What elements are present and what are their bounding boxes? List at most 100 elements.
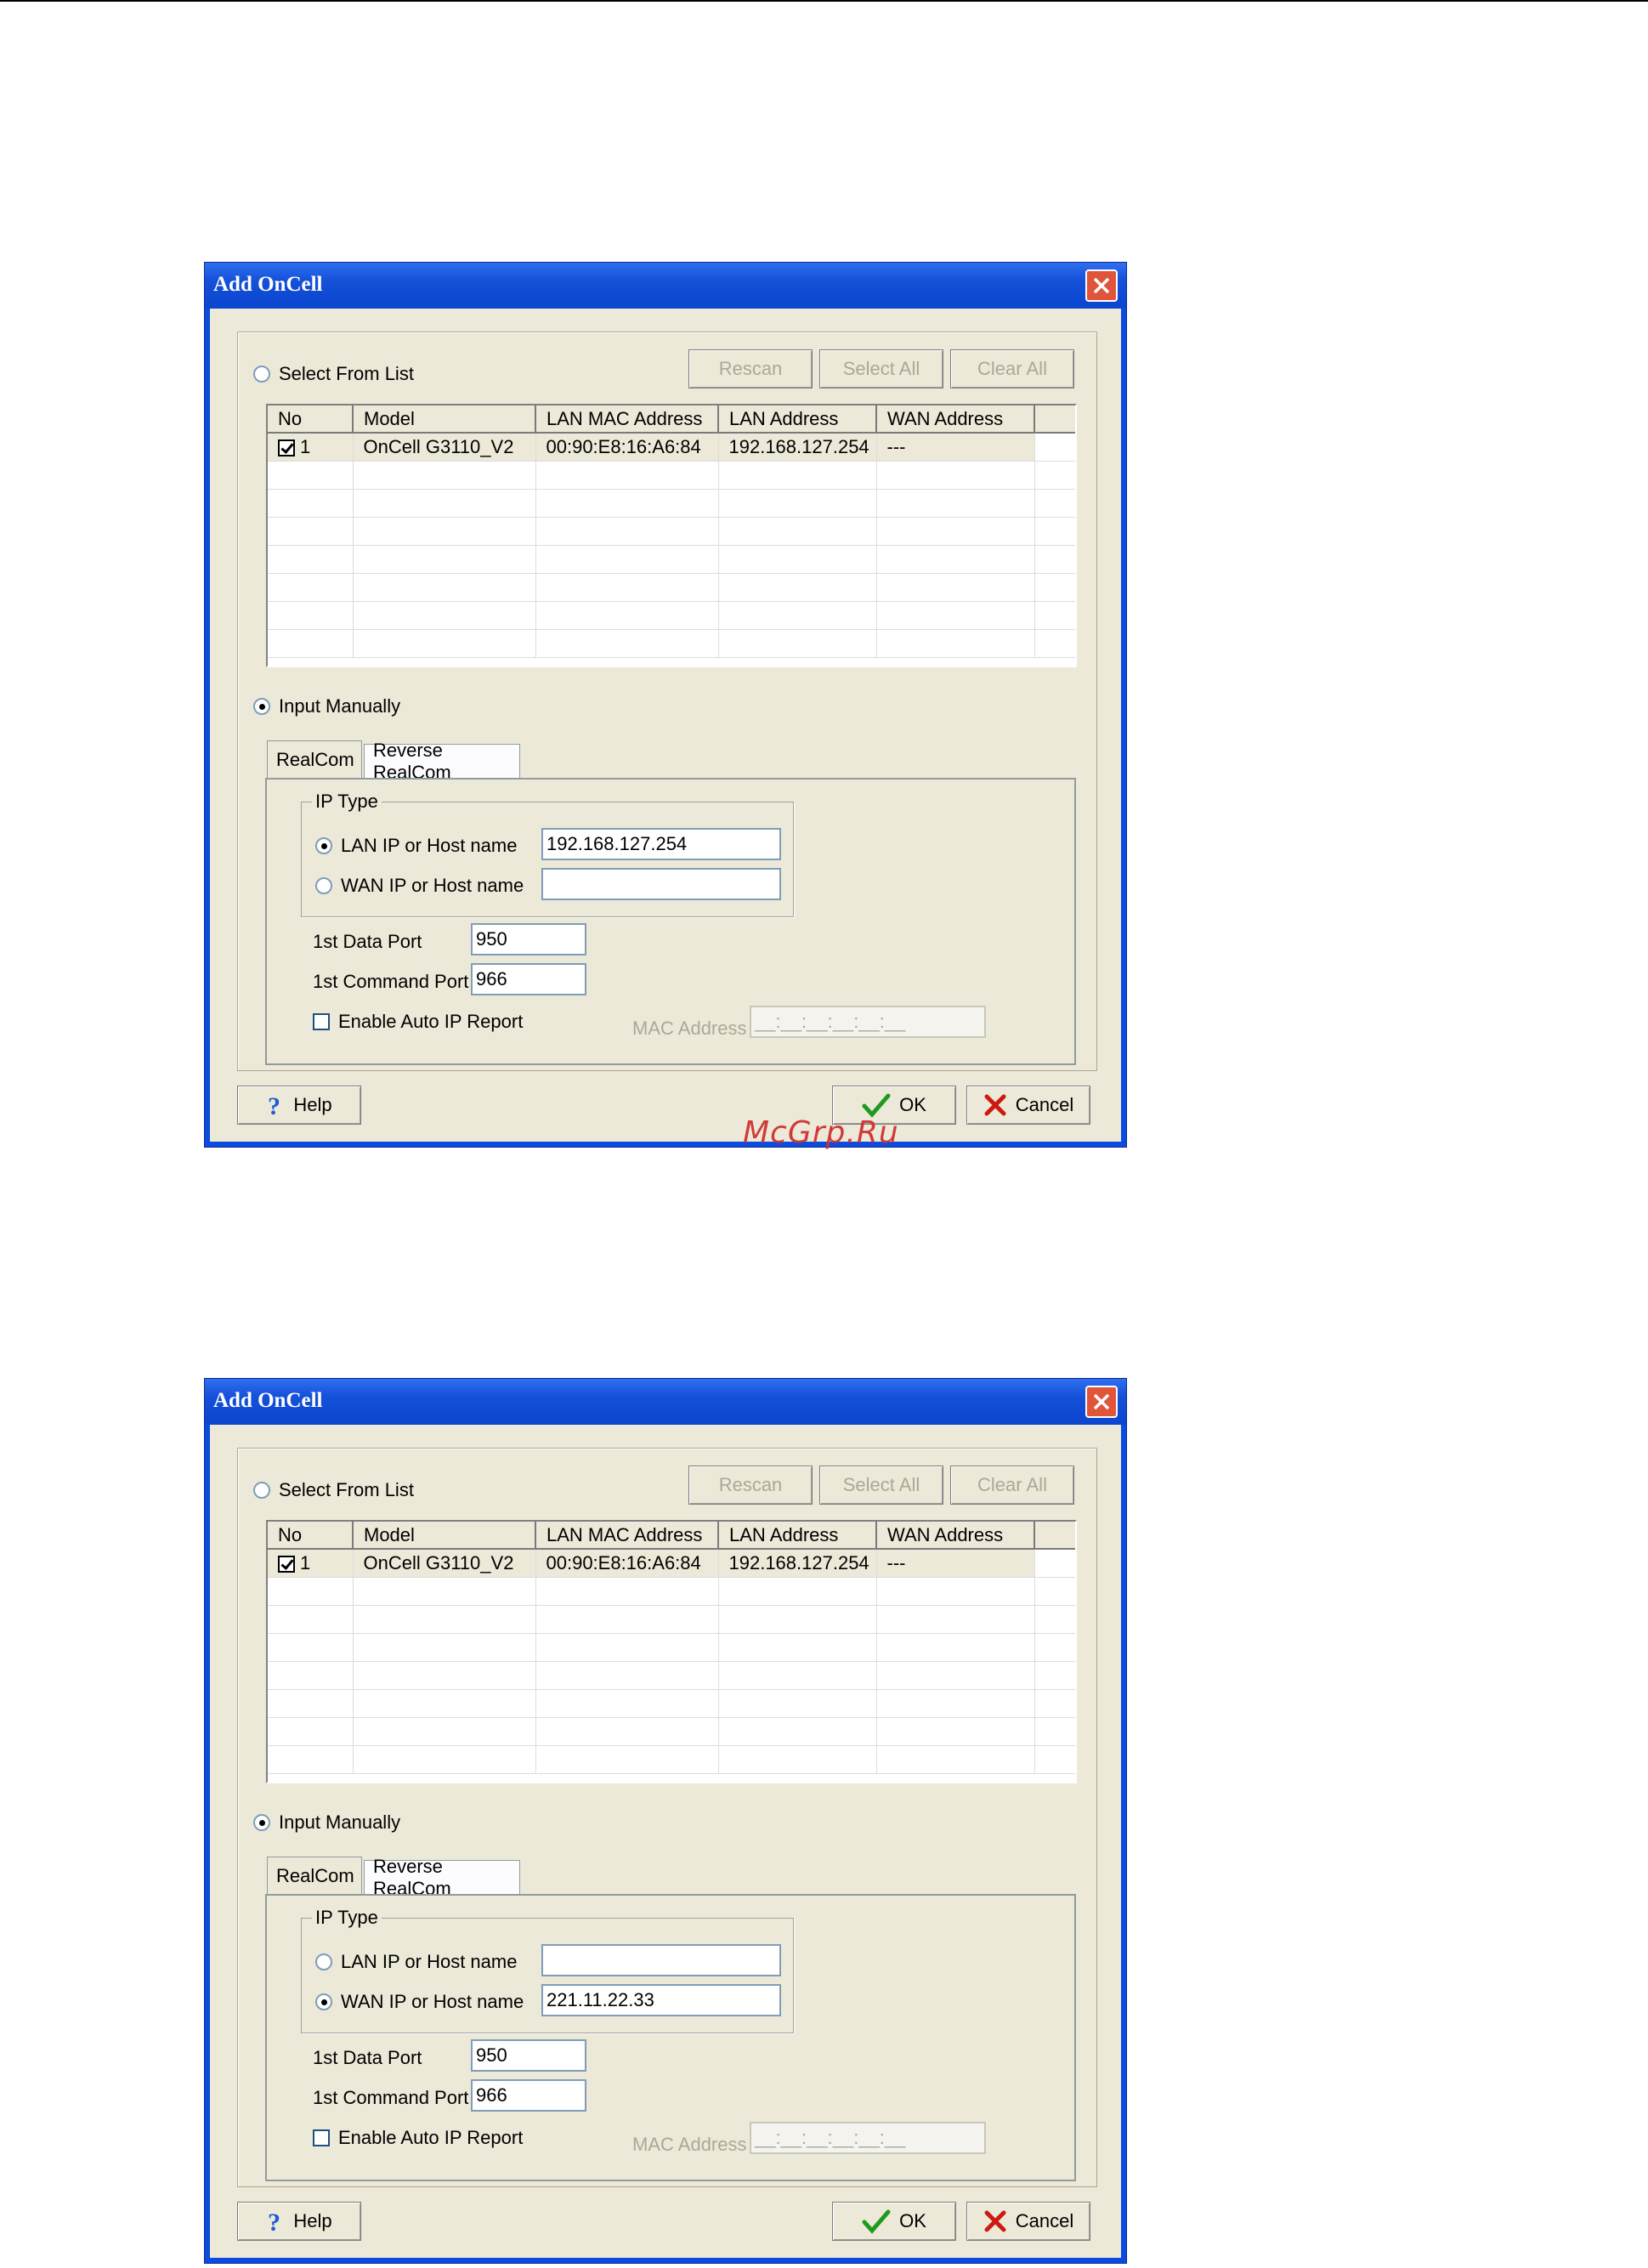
lan-ip-radio[interactable] — [315, 1953, 332, 1970]
help-label: Help — [293, 1094, 332, 1115]
empty-row — [268, 1745, 1075, 1774]
auto-ip-report-option[interactable]: Enable Auto IP Report — [313, 1011, 523, 1033]
column-header-wan-address[interactable]: WAN Address — [876, 405, 1035, 434]
rescan-button[interactable]: Rescan — [688, 349, 813, 388]
wan-ip-input[interactable] — [541, 868, 781, 900]
auto-ip-report-checkbox[interactable] — [313, 2129, 330, 2146]
column-header-wan-address[interactable]: WAN Address — [876, 1522, 1035, 1550]
wan-ip-radio[interactable] — [315, 877, 332, 894]
empty-row — [268, 489, 1075, 518]
auto-ip-report-label: Enable Auto IP Report — [338, 1011, 524, 1032]
lan-ip-label: LAN IP or Host name — [341, 835, 518, 856]
cell-lan-address: 192.168.127.254 — [718, 1549, 877, 1578]
row-checkbox[interactable] — [278, 439, 295, 456]
check-icon — [862, 1093, 891, 1118]
select-from-list-option[interactable]: Select From List — [253, 363, 414, 385]
data-port-label: 1st Data Port — [313, 2047, 422, 2068]
cell-model: OnCell G3110_V2 — [353, 433, 536, 462]
wan-ip-input[interactable]: 221.11.22.33 — [541, 1984, 781, 2016]
cell-wan-address: --- — [876, 433, 1035, 462]
cancel-button[interactable]: Cancel — [966, 2202, 1090, 2241]
close-icon — [1093, 277, 1110, 294]
table-row[interactable]: 1 OnCell G3110_V2 00:90:E8:16:A6:84 192.… — [268, 1549, 1075, 1578]
select-from-list-option[interactable]: Select From List — [253, 1479, 414, 1501]
device-list[interactable]: No Model LAN MAC Address LAN Address WAN… — [266, 1520, 1077, 1783]
title-bar[interactable]: Add OnCell — [205, 263, 1126, 309]
rescan-label: Rescan — [718, 1474, 783, 1495]
ok-label: OK — [899, 1094, 926, 1115]
close-icon — [1093, 1393, 1110, 1410]
empty-row — [268, 573, 1075, 602]
row-checkbox[interactable] — [278, 1555, 295, 1573]
select-from-list-radio[interactable] — [253, 366, 270, 383]
rescan-button[interactable]: Rescan — [688, 1466, 813, 1505]
mac-address-label: MAC Address — [632, 2134, 747, 2155]
close-button[interactable] — [1085, 269, 1118, 302]
help-button[interactable]: ? Help — [237, 2202, 361, 2241]
input-manually-radio[interactable] — [253, 1814, 270, 1831]
clear-all-button[interactable]: Clear All — [950, 349, 1074, 388]
ip-type-legend: IP Type — [312, 791, 382, 813]
tab-reverse-realcom-label: Reverse RealCom — [373, 739, 451, 783]
ip-type-legend: IP Type — [312, 1907, 382, 1929]
command-port-input[interactable]: 966 — [471, 963, 586, 995]
command-port-input[interactable]: 966 — [471, 2079, 586, 2112]
mac-address-input[interactable]: __:__:__:__:__:__ — [750, 2122, 986, 2154]
title-bar[interactable]: Add OnCell — [205, 1379, 1126, 1425]
lan-ip-input[interactable] — [541, 1944, 781, 1976]
close-button[interactable] — [1085, 1386, 1118, 1418]
help-button[interactable]: ? Help — [237, 1086, 361, 1125]
lan-ip-option[interactable]: LAN IP or Host name — [315, 1951, 517, 1973]
auto-ip-report-checkbox[interactable] — [313, 1013, 330, 1030]
ip-type-group: IP Type LAN IP or Host name 192.168.127.… — [301, 791, 794, 917]
lan-ip-option[interactable]: LAN IP or Host name — [315, 835, 517, 857]
tab-realcom[interactable]: RealCom — [267, 1857, 362, 1894]
content-panel: Select From List Rescan Select All Clear… — [237, 332, 1097, 1071]
column-header-no[interactable]: No — [268, 1522, 354, 1550]
select-all-label: Select All — [842, 358, 920, 379]
input-manually-option[interactable]: Input Manually — [253, 1812, 400, 1834]
column-header-lan-mac[interactable]: LAN MAC Address — [535, 1522, 719, 1550]
ok-button[interactable]: OK — [832, 2202, 956, 2241]
tab-reverse-realcom[interactable]: Reverse RealCom — [364, 740, 520, 783]
lan-ip-input[interactable]: 192.168.127.254 — [541, 828, 781, 860]
help-icon: ? — [268, 1092, 280, 1118]
select-all-button[interactable]: Select All — [819, 1466, 943, 1505]
wan-ip-option[interactable]: WAN IP or Host name — [315, 1991, 524, 2013]
help-label: Help — [293, 2210, 332, 2231]
column-header-model[interactable]: Model — [353, 1522, 536, 1550]
cancel-button[interactable]: Cancel — [966, 1086, 1090, 1125]
tab-realcom-label: RealCom — [276, 748, 354, 770]
dialog-title: Add OnCell — [213, 1389, 323, 1412]
auto-ip-report-option[interactable]: Enable Auto IP Report — [313, 2127, 523, 2149]
data-port-input[interactable]: 950 — [471, 2039, 586, 2072]
cell-model: OnCell G3110_V2 — [353, 1549, 536, 1578]
select-all-button[interactable]: Select All — [819, 349, 943, 388]
column-header-model[interactable]: Model — [353, 405, 536, 434]
empty-row — [268, 1577, 1075, 1606]
column-header-lan-address[interactable]: LAN Address — [718, 405, 877, 434]
column-header-lan-address[interactable]: LAN Address — [718, 1522, 877, 1550]
tab-realcom-label: RealCom — [276, 1864, 354, 1886]
add-oncell-dialog-wan: Add OnCell Select From List Rescan Selec… — [204, 1378, 1127, 2264]
select-from-list-radio[interactable] — [253, 1482, 270, 1499]
input-manually-radio[interactable] — [253, 698, 270, 715]
input-manually-option[interactable]: Input Manually — [253, 695, 400, 717]
table-row[interactable]: 1 OnCell G3110_V2 00:90:E8:16:A6:84 192.… — [268, 433, 1075, 462]
clear-all-button[interactable]: Clear All — [950, 1466, 1074, 1505]
column-header-lan-mac[interactable]: LAN MAC Address — [535, 405, 719, 434]
column-header-no[interactable]: No — [268, 405, 354, 434]
tab-realcom[interactable]: RealCom — [267, 740, 362, 778]
wan-ip-label: WAN IP or Host name — [341, 1991, 524, 2012]
cancel-label: Cancel — [1015, 1094, 1074, 1115]
data-port-input[interactable]: 950 — [471, 923, 586, 955]
wan-ip-option[interactable]: WAN IP or Host name — [315, 875, 524, 897]
wan-ip-radio[interactable] — [315, 1993, 332, 2010]
lan-ip-radio[interactable] — [315, 837, 332, 854]
tab-reverse-realcom-label: Reverse RealCom — [373, 1855, 451, 1899]
cell-no: 1 — [268, 1549, 354, 1578]
device-list[interactable]: No Model LAN MAC Address LAN Address WAN… — [266, 404, 1077, 667]
svg-text:?: ? — [268, 1092, 280, 1118]
mac-address-input[interactable]: __:__:__:__:__:__ — [750, 1006, 986, 1038]
tab-reverse-realcom[interactable]: Reverse RealCom — [364, 1856, 520, 1899]
